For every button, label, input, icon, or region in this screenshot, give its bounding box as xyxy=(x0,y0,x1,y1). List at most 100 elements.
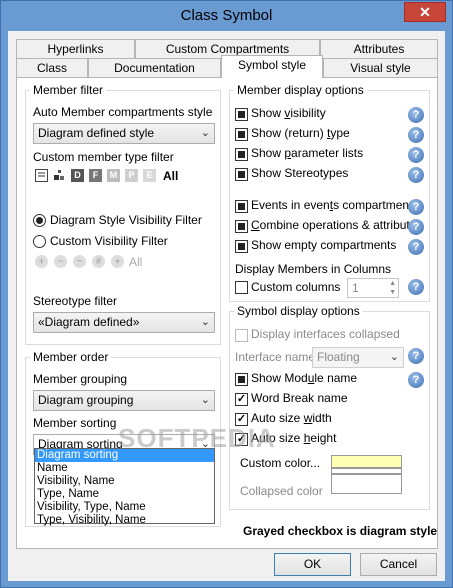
help-icon[interactable]: ? xyxy=(408,127,424,143)
columns-stepper[interactable]: 1 ▲ ▼ xyxy=(347,278,399,298)
show-module-name-checkbox[interactable] xyxy=(235,373,248,386)
member-grouping-label: Member grouping xyxy=(33,372,128,386)
show-empty-compartments-label: Show empty compartments xyxy=(251,238,397,252)
member-grouping-select[interactable]: Diagram grouping ⌄ xyxy=(33,390,215,411)
member-order-title: Member order xyxy=(30,350,112,364)
stereotype-filter-label: Stereotype filter xyxy=(33,294,118,308)
vis-all-toggle: All xyxy=(129,255,143,269)
type-all-toggle[interactable]: All xyxy=(163,169,178,183)
symbol-display-group: Symbol display options Display interface… xyxy=(229,304,430,510)
stereotype-filter-select[interactable]: «Diagram defined» ⌄ xyxy=(33,312,215,333)
auto-member-style-label: Auto Member compartments style xyxy=(33,105,213,119)
filter-e-icon[interactable]: E xyxy=(143,169,156,182)
interfaces-collapsed-label: Display interfaces collapsed xyxy=(251,327,400,341)
stepper-arrows-icon[interactable]: ▲ ▼ xyxy=(389,279,396,297)
custom-color-button[interactable]: Custom color... xyxy=(240,456,320,470)
custom-columns-label: Custom columns xyxy=(251,280,341,294)
diagram-visibility-radio[interactable] xyxy=(33,214,46,227)
list-item[interactable]: Type, Name xyxy=(35,488,214,501)
show-parameter-lists-label: Show parameter lists xyxy=(251,146,364,160)
combine-operations-checkbox[interactable] xyxy=(235,220,248,233)
class-attr-icon[interactable] xyxy=(35,169,48,182)
symbol-display-title: Symbol display options xyxy=(234,304,363,318)
help-icon[interactable]: ? xyxy=(408,167,424,183)
operation-icon[interactable] xyxy=(53,169,66,182)
show-module-name-label: Show Module name xyxy=(251,371,358,385)
filter-f-icon[interactable]: F xyxy=(89,169,102,182)
interface-name-label: Interface name xyxy=(235,350,316,364)
list-item[interactable]: Type, Visibility, Name xyxy=(35,514,214,527)
help-icon[interactable]: ? xyxy=(408,147,424,163)
help-icon[interactable]: ? xyxy=(408,199,424,215)
show-stereotypes-label: Show Stereotypes xyxy=(251,166,349,180)
help-icon[interactable]: ? xyxy=(408,279,424,295)
private-icon: − xyxy=(54,255,67,268)
default-icon[interactable]: D xyxy=(71,169,84,182)
dialog-client: Hyperlinks Custom Compartments Attribute… xyxy=(8,31,445,581)
help-icon[interactable]: ? xyxy=(408,348,424,364)
member-sorting-label: Member sorting xyxy=(33,416,117,430)
show-visibility-checkbox[interactable] xyxy=(235,108,248,121)
list-item[interactable]: Visibility, Name xyxy=(35,475,214,488)
custom-color-swatch[interactable] xyxy=(331,455,402,468)
interface-name-value: Floating xyxy=(317,350,360,364)
cancel-button[interactable]: Cancel xyxy=(360,553,437,576)
stereotype-filter-value: «Diagram defined» xyxy=(38,315,140,329)
events-compartment-label: Events in events compartment xyxy=(251,198,413,212)
member-filter-title: Member filter xyxy=(30,83,107,97)
list-item[interactable]: Visibility, Type, Name xyxy=(35,501,214,514)
filter-p-icon[interactable]: P xyxy=(125,169,138,182)
interfaces-collapsed-checkbox xyxy=(235,329,248,342)
interface-name-select: Floating ⌄ xyxy=(312,347,404,368)
word-break-checkbox[interactable]: ✓ xyxy=(235,393,248,406)
help-icon[interactable]: ? xyxy=(408,219,424,235)
close-button[interactable]: ✕ xyxy=(404,2,446,22)
diagram-visibility-label: Diagram Style Visibility Filter xyxy=(50,213,202,227)
tab-hyperlinks[interactable]: Hyperlinks xyxy=(16,39,135,59)
chevron-down-icon: ⌄ xyxy=(200,127,210,139)
member-display-title: Member display options xyxy=(234,83,367,97)
help-icon[interactable]: ? xyxy=(408,372,424,388)
package-icon: # xyxy=(92,255,105,268)
custom-visibility-radio[interactable] xyxy=(33,235,46,248)
show-stereotypes-checkbox[interactable] xyxy=(235,168,248,181)
ok-button[interactable]: OK xyxy=(274,553,351,576)
custom-member-type-label: Custom member type filter xyxy=(33,150,174,164)
help-icon[interactable]: ? xyxy=(408,239,424,255)
tab-visual-style[interactable]: Visual style xyxy=(323,58,438,78)
chevron-down-icon: ⌄ xyxy=(200,316,210,328)
watermark: SOFTPEDIA xyxy=(118,423,276,453)
list-item[interactable]: Name xyxy=(35,462,214,475)
events-compartment-checkbox[interactable] xyxy=(235,200,248,213)
show-return-type-label: Show (return) type xyxy=(251,126,350,140)
member-filter-group: Member filter Auto Member compartments s… xyxy=(25,83,221,345)
custom-visibility-label: Custom Visibility Filter xyxy=(50,234,168,248)
tab-documentation[interactable]: Documentation xyxy=(88,58,221,78)
collapsed-color-button: Collapsed color xyxy=(240,484,323,498)
columns-value: 1 xyxy=(352,281,359,295)
title-bar: Class Symbol ✕ xyxy=(1,1,452,31)
member-display-group: Member display options Show visibility ?… xyxy=(229,83,430,302)
tab-symbol-style[interactable]: Symbol style xyxy=(221,55,323,78)
auto-member-style-select[interactable]: Diagram defined style ⌄ xyxy=(33,123,215,144)
tab-class[interactable]: Class xyxy=(16,58,88,78)
window-title: Class Symbol xyxy=(180,7,273,24)
show-empty-compartments-checkbox[interactable] xyxy=(235,240,248,253)
close-icon: ✕ xyxy=(419,4,431,20)
help-icon[interactable]: ? xyxy=(408,107,424,123)
class-symbol-window: Class Symbol ✕ Hyperlinks Custom Compart… xyxy=(0,0,453,588)
auto-member-style-value: Diagram defined style xyxy=(38,126,155,140)
custom-columns-checkbox[interactable] xyxy=(235,281,248,294)
collapsed-color-swatch xyxy=(331,474,402,494)
public-icon: + xyxy=(35,255,48,268)
display-columns-label: Display Members in Columns xyxy=(235,262,392,276)
show-visibility-label: Show visibility xyxy=(251,106,326,120)
footer-note: Grayed checkbox is diagram style xyxy=(243,524,438,538)
show-return-type-checkbox[interactable] xyxy=(235,128,248,141)
protected-icon: ~ xyxy=(73,255,86,268)
filter-m-icon[interactable]: M xyxy=(107,169,120,182)
chevron-down-icon: ⌄ xyxy=(200,394,210,406)
member-grouping-value: Diagram grouping xyxy=(38,393,134,407)
tab-attributes[interactable]: Attributes xyxy=(320,39,438,59)
show-parameter-lists-checkbox[interactable] xyxy=(235,148,248,161)
